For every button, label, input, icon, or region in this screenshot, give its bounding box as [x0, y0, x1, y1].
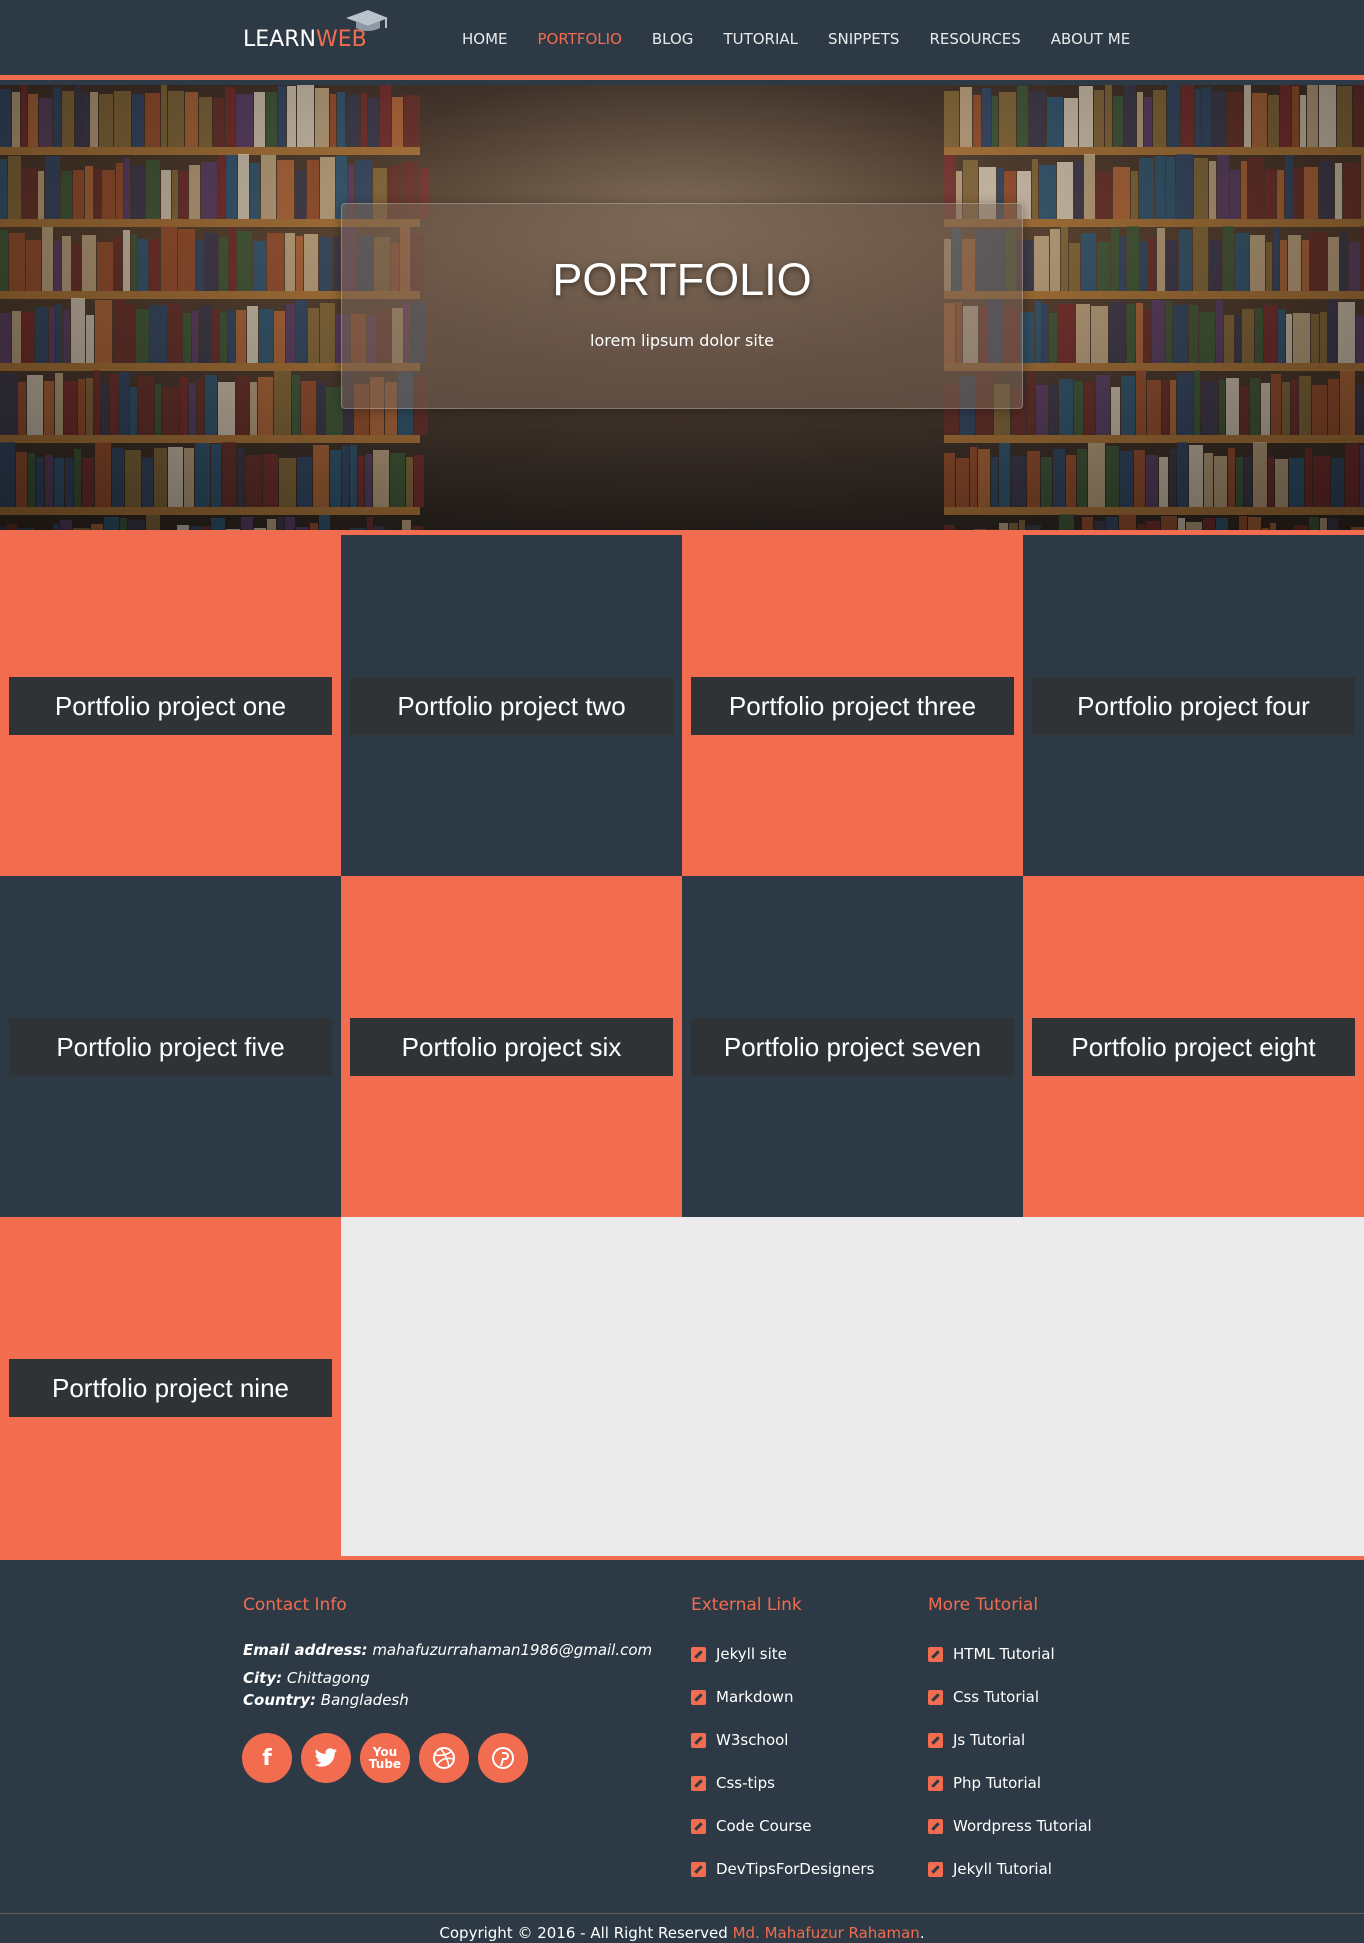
facebook-icon[interactable]: f	[242, 1733, 292, 1783]
page-title: PORTFOLIO	[552, 254, 812, 305]
main-menu: HOME PORTFOLIO BLOG TUTORIAL SNIPPETS RE…	[462, 30, 1160, 48]
portfolio-tile-label[interactable]: Portfolio project seven	[691, 1018, 1014, 1076]
portfolio-tile-label[interactable]: Portfolio project three	[691, 677, 1014, 735]
tutorial-link-label[interactable]: Css Tutorial	[953, 1688, 1039, 1706]
footer	[0, 1560, 1364, 1943]
nav-portfolio[interactable]: PORTFOLIO	[538, 30, 622, 48]
portfolio-tile[interactable]: Portfolio project five	[0, 876, 341, 1217]
pencil-icon	[928, 1818, 943, 1834]
tutorial-link-label[interactable]: Js Tutorial	[953, 1731, 1025, 1749]
tutorial-link-label[interactable]: HTML Tutorial	[953, 1645, 1055, 1663]
tutorial-link-label[interactable]: Jekyll Tutorial	[953, 1860, 1052, 1878]
portfolio-tile[interactable]: Portfolio project eight	[1023, 876, 1364, 1217]
pencil-icon	[928, 1646, 943, 1662]
nav-home[interactable]: HOME	[462, 30, 508, 48]
nav-tutorial[interactable]: TUTORIAL	[723, 30, 798, 48]
portfolio-tile-label[interactable]: Portfolio project nine	[9, 1359, 332, 1417]
contact-country: Country: Bangladesh	[243, 1691, 409, 1709]
twitter-icon[interactable]	[301, 1733, 351, 1783]
hero-banner: PORTFOLIO lorem lipsum dolor site	[0, 85, 1364, 530]
portfolio-tile-label[interactable]: Portfolio project four	[1032, 677, 1355, 735]
footer-divider	[0, 1913, 1364, 1914]
portfolio-tile[interactable]: Portfolio project one	[0, 535, 341, 876]
external-link[interactable]: Markdown	[691, 1688, 793, 1706]
city-label: City:	[243, 1669, 283, 1687]
portfolio-tile-label[interactable]: Portfolio project five	[9, 1018, 332, 1076]
graduation-cap-icon	[346, 10, 388, 31]
pencil-icon	[691, 1818, 706, 1834]
pencil-icon	[928, 1732, 943, 1748]
copyright: Copyright © 2016 - All Right Reserved Md…	[0, 1924, 1364, 1942]
portfolio-tile-label[interactable]: Portfolio project two	[350, 677, 673, 735]
copyright-period: .	[919, 1924, 925, 1942]
external-link-label[interactable]: W3school	[716, 1731, 788, 1749]
tutorial-link[interactable]: Js Tutorial	[928, 1731, 1025, 1749]
portfolio-tile-label[interactable]: Portfolio project one	[9, 677, 332, 735]
tutorial-link[interactable]: Css Tutorial	[928, 1688, 1039, 1706]
portfolio-grid: Portfolio project one Portfolio project …	[0, 535, 1364, 1560]
city-value: Chittagong	[286, 1669, 370, 1687]
portfolio-tile[interactable]: Portfolio project six	[341, 876, 682, 1217]
copyright-text: Copyright © 2016 - All Right Reserved	[439, 1924, 728, 1942]
pencil-icon	[691, 1689, 706, 1705]
external-link-label[interactable]: Css-tips	[716, 1774, 775, 1792]
external-link-label[interactable]: DevTipsForDesigners	[716, 1860, 874, 1878]
tutorial-link[interactable]: Php Tutorial	[928, 1774, 1041, 1792]
hero-panel: PORTFOLIO lorem lipsum dolor site	[341, 203, 1023, 409]
portfolio-tile[interactable]: Portfolio project seven	[682, 876, 1023, 1217]
portfolio-tile[interactable]: Portfolio project four	[1023, 535, 1364, 876]
portfolio-tile-label[interactable]: Portfolio project eight	[1032, 1018, 1355, 1076]
pencil-icon	[691, 1775, 706, 1791]
external-link[interactable]: Jekyll site	[691, 1645, 787, 1663]
pinterest-icon[interactable]	[478, 1733, 528, 1783]
pencil-icon	[691, 1732, 706, 1748]
tutorial-link[interactable]: Jekyll Tutorial	[928, 1860, 1052, 1878]
page-subtitle: lorem lipsum dolor site	[590, 331, 774, 350]
tutorial-link[interactable]: Wordpress Tutorial	[928, 1817, 1092, 1835]
logo-text-learn: LEARN	[243, 27, 316, 52]
top-navigation: LEARNWEB HOME PORTFOLIO BLOG TUTORIAL SN…	[0, 0, 1364, 80]
external-link[interactable]: W3school	[691, 1731, 788, 1749]
more-tutorial-heading: More Tutorial	[928, 1595, 1039, 1615]
external-link-label[interactable]: Code Course	[716, 1817, 812, 1835]
nav-snippets[interactable]: SNIPPETS	[828, 30, 899, 48]
email-value[interactable]: mahafuzurrahaman1986@gmail.com	[372, 1641, 652, 1659]
nav-resources[interactable]: RESOURCES	[929, 30, 1020, 48]
nav-blog[interactable]: BLOG	[652, 30, 694, 48]
portfolio-tile[interactable]: Portfolio project two	[341, 535, 682, 876]
email-label: Email address:	[243, 1641, 368, 1659]
nav-about-me[interactable]: ABOUT ME	[1051, 30, 1130, 48]
external-link[interactable]: DevTipsForDesigners	[691, 1860, 874, 1878]
portfolio-tile[interactable]: Portfolio project three	[682, 535, 1023, 876]
pencil-icon	[691, 1861, 706, 1877]
pencil-icon	[928, 1775, 943, 1791]
contact-city: City: Chittagong	[243, 1669, 370, 1687]
tutorial-link-label[interactable]: Wordpress Tutorial	[953, 1817, 1092, 1835]
tutorial-link[interactable]: HTML Tutorial	[928, 1645, 1055, 1663]
dribbble-icon[interactable]	[419, 1733, 469, 1783]
pencil-icon	[928, 1861, 943, 1877]
country-label: Country:	[243, 1691, 317, 1709]
external-link-heading: External Link	[691, 1595, 802, 1615]
tutorial-link-label[interactable]: Php Tutorial	[953, 1774, 1041, 1792]
youtube-icon[interactable]: You Tube	[360, 1733, 410, 1783]
external-link[interactable]: Code Course	[691, 1817, 812, 1835]
external-link-label[interactable]: Jekyll site	[716, 1645, 787, 1663]
external-link-label[interactable]: Markdown	[716, 1688, 793, 1706]
portfolio-tile[interactable]: Portfolio project nine	[0, 1217, 341, 1558]
pencil-icon	[691, 1646, 706, 1662]
pencil-icon	[928, 1689, 943, 1705]
external-link[interactable]: Css-tips	[691, 1774, 775, 1792]
contact-info-heading: Contact Info	[243, 1595, 347, 1615]
portfolio-tile-label[interactable]: Portfolio project six	[350, 1018, 673, 1076]
author-link[interactable]: Md. Mahafuzur Rahaman	[733, 1924, 920, 1942]
contact-email: Email address: mahafuzurrahaman1986@gmai…	[243, 1641, 652, 1659]
country-value: Bangladesh	[320, 1691, 409, 1709]
